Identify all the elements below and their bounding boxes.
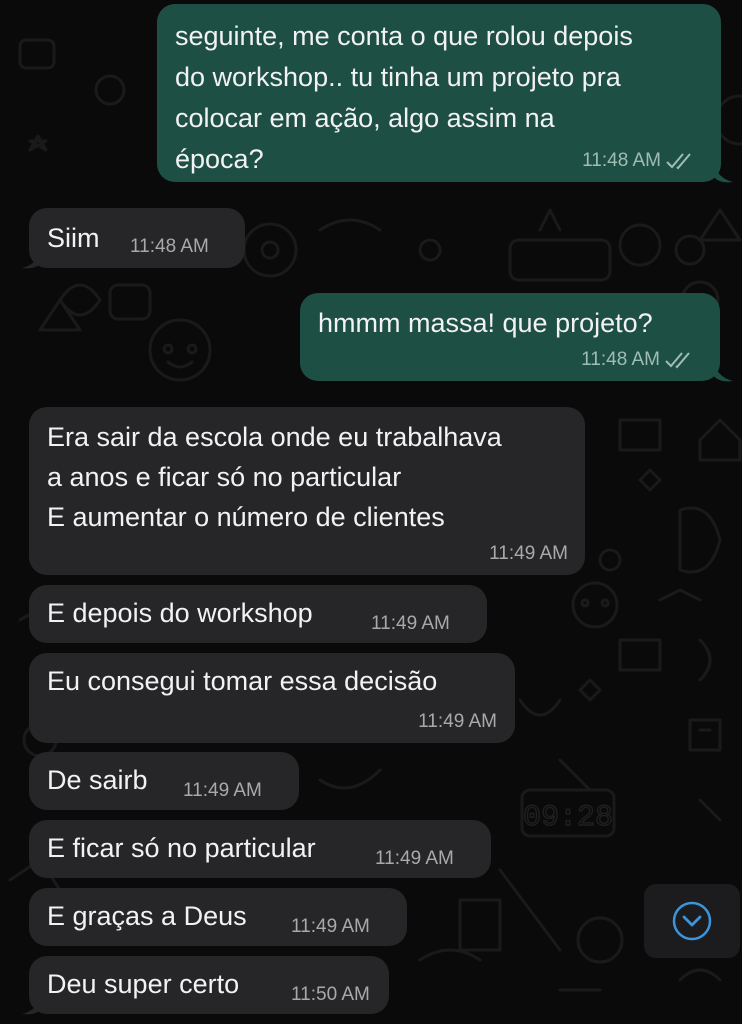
read-receipt-icon [665,352,690,369]
message-bubble-incoming[interactable]: Eu consegui tomar essa decisão 11:49 AM [29,653,515,743]
message-bubble-outgoing[interactable]: hmmm massa! que projeto? 11:48 AM [300,293,720,381]
message-time: 11:49 AM [183,780,262,801]
message-time: 11:49 AM [489,543,568,564]
message-bubble-incoming[interactable]: E ficar só no particular 11:49 AM [29,820,491,878]
scroll-to-bottom-button[interactable] [644,884,740,958]
message-text: Eu consegui tomar essa decisão [47,666,438,696]
message-text: hmmm massa! que projeto? [318,308,653,338]
message-time: 11:49 AM [291,916,370,937]
message-time: 11:48 AM [130,236,209,257]
message-bubble-incoming[interactable]: E depois do workshop 11:49 AM [29,585,487,643]
bubble-tail [713,361,733,382]
message-time: 11:48 AM [582,150,661,171]
message-time: 11:48 AM [581,349,660,370]
message-bubble-incoming[interactable]: De sairb 11:49 AM [29,752,299,810]
message-bubble-incoming[interactable]: Siim 11:48 AM [29,208,245,268]
message-bubble-outgoing[interactable]: seguinte, me conta o que rolou depois do… [157,4,721,182]
message-time: 11:49 AM [371,613,450,634]
chevron-down-circle-icon [672,901,712,941]
message-time: 11:49 AM [418,711,497,732]
bubble-tail [713,162,733,183]
message-time: 11:50 AM [291,984,370,1005]
wallpaper-clock-text: 09:28 [523,801,613,835]
chat-view[interactable]: 09:28 seguinte, me conta o que rolou dep… [0,0,742,1024]
read-receipt-icon [666,153,691,170]
bubble-tail [22,994,42,1015]
message-bubble-incoming[interactable]: Era sair da escola onde eu trabalhava a … [29,407,585,575]
message-bubble-incoming[interactable]: Deu super certo 11:50 AM [29,956,389,1014]
message-time: 11:49 AM [375,848,454,869]
message-text: Era sair da escola onde eu trabalhava a … [47,422,502,532]
bubble-tail [22,248,42,269]
message-bubble-incoming[interactable]: E graças a Deus 11:49 AM [29,888,407,946]
